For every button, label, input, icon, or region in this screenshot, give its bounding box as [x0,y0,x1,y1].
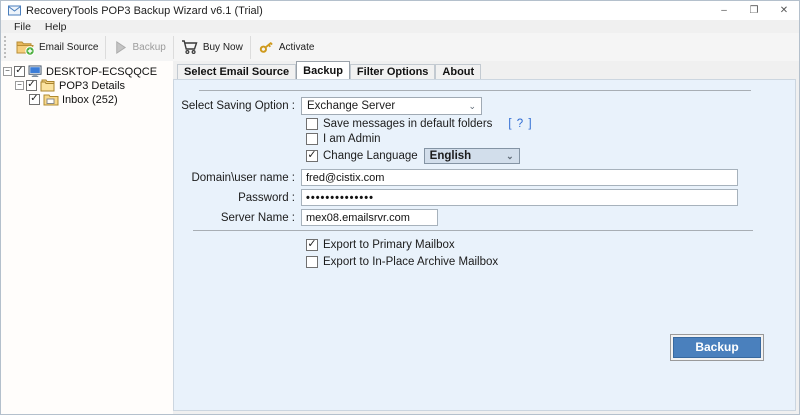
app-window: RecoveryTools POP3 Backup Wizard v6.1 (T… [0,0,800,415]
tree-checkbox[interactable] [14,66,25,77]
separator [193,230,753,231]
password-label: Password : [174,192,301,204]
i-am-admin-checkbox[interactable] [306,133,318,145]
export-primary-label: Export to Primary Mailbox [323,239,455,251]
tree-item-label: POP3 Details [59,80,125,92]
computer-icon [28,65,43,78]
minimize-button[interactable]: – [709,1,739,20]
save-messages-label: Save messages in default folders [323,118,492,130]
toolbar-button-label: Buy Now [203,42,243,53]
mail-folder-icon [43,93,59,106]
collapse-icon[interactable] [15,81,24,90]
chevron-down-icon: ⌄ [468,101,476,112]
tab-area: Select Email Source Backup Filter Option… [173,61,799,414]
backup-button[interactable]: Backup [673,337,761,358]
window-title: RecoveryTools POP3 Backup Wizard v6.1 (T… [26,5,263,17]
export-primary-checkbox[interactable] [306,239,318,251]
export-archive-label: Export to In-Place Archive Mailbox [323,256,498,268]
tree-item-label: Inbox (252) [62,94,118,106]
domain-username-label: Domain\user name : [174,172,301,184]
toolbar-separator [105,36,106,59]
activate-button[interactable]: Activate [252,34,321,60]
tab-filter-options[interactable]: Filter Options [350,64,436,79]
window-controls: – ❐ ✕ [709,1,799,20]
change-language-label: Change Language [323,150,418,162]
tab-backup[interactable]: Backup [296,61,350,79]
saving-option-value: Exchange Server [307,100,395,112]
backup-toolbar-button: Backup [107,34,171,60]
chevron-down-icon: ⌄ [506,151,514,162]
toolbar-gripper [4,36,8,58]
tree-item-pop3-details[interactable]: POP3 Details [15,79,173,92]
backup-button-frame: Backup [670,334,764,361]
export-archive-checkbox[interactable] [306,256,318,268]
folder-add-icon [16,39,35,56]
toolbar-button-label: Backup [132,42,165,53]
save-messages-checkbox[interactable] [306,118,318,130]
domain-username-field[interactable] [301,169,738,186]
title-bar: RecoveryTools POP3 Backup Wizard v6.1 (T… [1,1,799,20]
toolbar-separator [250,36,251,59]
saving-option-dropdown[interactable]: Exchange Server ⌄ [301,97,482,115]
backup-tab-panel: Select Saving Option : Exchange Server ⌄… [173,79,796,411]
tree-item-label: DESKTOP-ECSQQCE [46,66,157,78]
toolbar-separator [173,36,174,59]
tree-checkbox[interactable] [29,94,40,105]
change-language-checkbox[interactable] [306,150,318,162]
menu-bar: File Help [1,20,799,33]
tree-item-inbox[interactable]: Inbox (252) [29,93,173,106]
i-am-admin-label: I am Admin [323,133,381,145]
language-dropdown[interactable]: English ⌄ [424,148,520,164]
toolbar-button-label: Email Source [39,42,98,53]
server-name-field[interactable] [301,209,438,226]
separator [199,90,751,91]
folder-tree: DESKTOP-ECSQQCE POP3 Details [1,61,173,414]
tab-about[interactable]: About [435,64,481,79]
toolbar-button-label: Activate [279,42,315,53]
saving-option-label: Select Saving Option : [174,100,301,112]
menu-file[interactable]: File [7,21,38,33]
tab-strip: Select Email Source Backup Filter Option… [173,61,799,79]
buy-now-button[interactable]: Buy Now [175,34,249,60]
tab-select-email-source[interactable]: Select Email Source [177,64,296,79]
password-field[interactable] [301,189,738,206]
email-source-button[interactable]: Email Source [10,34,104,60]
app-mail-icon [8,5,21,16]
folders-icon [40,79,56,92]
tree-item-desktop[interactable]: DESKTOP-ECSQQCE [3,65,173,78]
tree-checkbox[interactable] [26,80,37,91]
restore-button[interactable]: ❐ [739,1,769,20]
toolbar: Email Source Backup Buy Now [1,33,799,61]
main-body: DESKTOP-ECSQQCE POP3 Details [1,61,799,414]
language-value: English [430,150,472,162]
play-icon [113,40,128,55]
close-button[interactable]: ✕ [769,1,799,20]
help-link[interactable]: [ ? ] [508,118,532,130]
menu-help[interactable]: Help [38,21,74,33]
key-icon [258,39,275,56]
cart-icon [181,39,199,55]
collapse-icon[interactable] [3,67,12,76]
server-name-label: Server Name : [174,212,301,224]
